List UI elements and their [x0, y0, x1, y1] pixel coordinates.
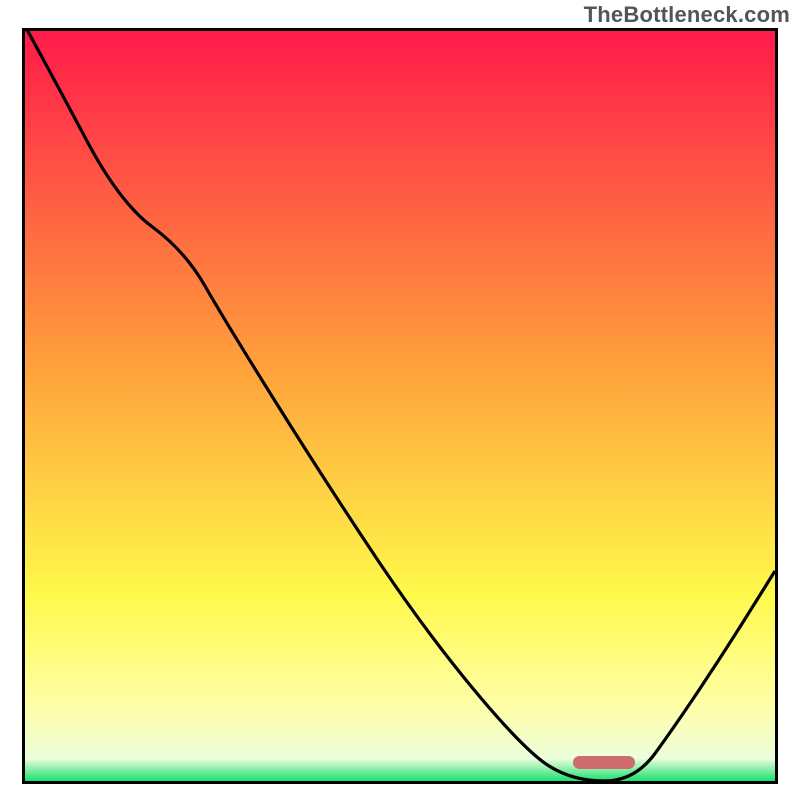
chart-container: TheBottleneck.com — [0, 0, 800, 800]
optimal-marker-pill — [573, 756, 635, 769]
watermark-text: TheBottleneck.com — [584, 2, 790, 28]
plot-frame — [22, 28, 778, 784]
curve-path — [25, 31, 775, 781]
bottleneck-curve — [25, 31, 775, 781]
